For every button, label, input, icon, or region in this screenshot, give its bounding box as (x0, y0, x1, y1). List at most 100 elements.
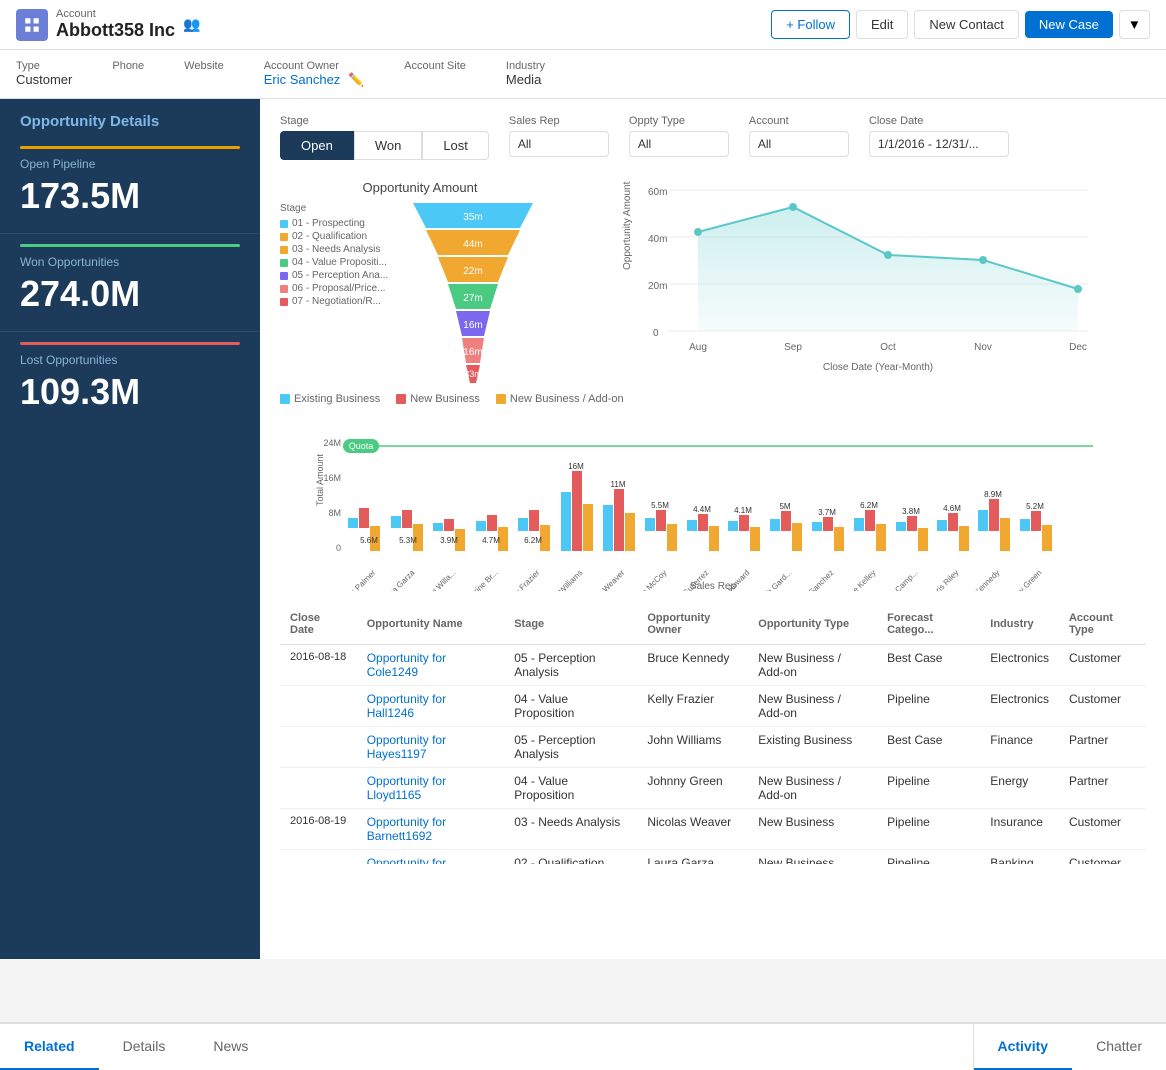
cell-name[interactable]: Opportunity for Hall1246 (357, 686, 505, 727)
tab-won[interactable]: Won (354, 131, 423, 160)
header-actions: + Follow Edit New Contact New Case ▼ (771, 10, 1150, 39)
tab-lost[interactable]: Lost (422, 131, 489, 160)
svg-text:27m: 27m (463, 293, 482, 304)
line-chart-container: 60m 40m 20m 0 Opportunity Amount Aug Sep… (570, 180, 1146, 383)
svg-text:20m: 20m (648, 281, 667, 292)
site-label: Account Site (404, 60, 466, 72)
svg-text:Dec: Dec (1069, 342, 1087, 353)
cell-type: New Business / Add-on (748, 686, 877, 727)
cell-forecast: Pipeline (877, 809, 980, 850)
bar-chris-riley: 4.6M Chris Riley (927, 504, 969, 591)
svg-text:24M: 24M (323, 438, 341, 448)
svg-text:Sep: Sep (784, 342, 802, 353)
account-details-bar: Type Customer Phone Website Account Owne… (0, 50, 1166, 99)
edit-button[interactable]: Edit (856, 10, 908, 39)
tab-details[interactable]: Details (99, 1024, 190, 1070)
funnel-legend: Stage 01 - Prospecting 02 - Qualificatio… (280, 203, 400, 383)
cell-name[interactable]: Opportunity for Barnett1692 (357, 809, 505, 850)
follow-button[interactable]: + Follow (771, 10, 850, 39)
new-case-button[interactable]: New Case (1025, 11, 1113, 38)
owner-link[interactable]: Eric Sanchez (264, 72, 341, 87)
cell-type: New Business (748, 850, 877, 865)
legend-06: 06 - Proposal/Price... (280, 283, 400, 294)
oppty-type-filter: Oppty Type All (629, 115, 729, 157)
cell-owner: John Williams (637, 727, 748, 768)
stage-legend-label: Stage (280, 203, 400, 214)
account-filter-label: Account (749, 115, 849, 127)
table-row[interactable]: 2016-08-19 Opportunity for Barnett1692 0… (280, 809, 1146, 850)
dropdown-button[interactable]: ▼ (1119, 10, 1150, 39)
svg-text:11M: 11M (611, 480, 626, 489)
cell-date: 2016-08-18 (280, 645, 357, 686)
svg-text:3.9M: 3.9M (440, 536, 458, 545)
cell-name[interactable]: Opportunity for Bridges657 (357, 850, 505, 865)
legend-new: New Business (396, 393, 480, 405)
new-contact-button[interactable]: New Contact (914, 10, 1018, 39)
pipeline-value: 173.5M (20, 175, 240, 217)
table-row[interactable]: 2016-08-18 Opportunity for Cole1249 05 -… (280, 645, 1146, 686)
lost-bar (20, 342, 240, 345)
legend-05: 05 - Perception Ana... (280, 270, 400, 281)
col-close-date: Close Date (280, 604, 357, 645)
owner-label: Account Owner (264, 60, 364, 72)
bar-john-williams: 16M John Williams (543, 462, 593, 591)
table-row[interactable]: Opportunity for Bridges657 02 - Qualific… (280, 850, 1146, 865)
tab-related[interactable]: Related (0, 1024, 99, 1070)
tab-activity[interactable]: Activity (974, 1024, 1073, 1070)
cell-name[interactable]: Opportunity for Cole1249 (357, 645, 505, 686)
users-icon[interactable]: 👥 (183, 16, 200, 33)
type-value: Customer (16, 72, 72, 87)
svg-text:16M: 16M (323, 473, 341, 483)
tab-chatter[interactable]: Chatter (1072, 1024, 1166, 1070)
bar-chart-svg: 0 8M 16M 24M Quota Total Amount 5.6M (280, 411, 1146, 591)
cell-date: 2016-08-19 (280, 809, 357, 850)
right-panel: Stage Open Won Lost Sales Rep All Oppty … (260, 99, 1166, 959)
industry-label: Industry (506, 60, 545, 72)
tab-news[interactable]: News (189, 1024, 272, 1070)
cell-account-type: Customer (1059, 850, 1146, 865)
lost-value: 109.3M (20, 371, 240, 413)
owner-edit-icon[interactable]: ✏️ (348, 72, 364, 87)
cell-owner: Bruce Kennedy (637, 645, 748, 686)
svg-text:Bruce Kennedy: Bruce Kennedy (956, 568, 1001, 591)
svg-text:5.3M: 5.3M (399, 536, 417, 545)
svg-text:Irene Kelley: Irene Kelley (841, 568, 877, 591)
cell-owner: Nicolas Weaver (637, 809, 748, 850)
stage-tabs: Open Won Lost (280, 131, 489, 160)
svg-text:4.1M: 4.1M (734, 506, 752, 515)
left-panel: Opportunity Details Open Pipeline 173.5M… (0, 99, 260, 959)
svg-text:0: 0 (336, 543, 341, 553)
cell-owner: Kelly Frazier (637, 686, 748, 727)
tab-open[interactable]: Open (280, 131, 354, 160)
pipeline-section: Open Pipeline 173.5M (0, 136, 260, 234)
funnel-svg: 35m 44m 22m 27m 16m (408, 203, 538, 383)
legend-addon: New Business / Add-on (496, 393, 624, 405)
svg-text:Quota: Quota (349, 441, 374, 451)
stage-filter: Stage Open Won Lost Sales Rep All Oppty … (280, 115, 1146, 160)
cell-account-type: Customer (1059, 645, 1146, 686)
cell-name[interactable]: Opportunity for Hayes1197 (357, 727, 505, 768)
lost-label: Lost Opportunities (20, 353, 240, 367)
account-select[interactable]: All (749, 131, 849, 157)
table-row[interactable]: Opportunity for Hall1246 04 - Value Prop… (280, 686, 1146, 727)
table-row[interactable]: Opportunity for Lloyd1165 04 - Value Pro… (280, 768, 1146, 809)
cell-forecast: Pipeline (877, 768, 980, 809)
table-row[interactable]: Opportunity for Hayes1197 05 - Perceptio… (280, 727, 1146, 768)
lost-section: Lost Opportunities 109.3M (0, 332, 260, 429)
svg-text:Doroth Gard...: Doroth Gard... (751, 568, 793, 591)
cell-date (280, 768, 357, 809)
col-stage: Stage (504, 604, 637, 645)
oppty-type-select[interactable]: All (629, 131, 729, 157)
close-date-select[interactable]: 1/1/2016 - 12/31/... (869, 131, 1009, 157)
svg-text:Oct: Oct (880, 342, 896, 353)
svg-text:33m: 33m (464, 369, 482, 379)
bar-catherine-br: 4.7M Catherine Br... (457, 515, 508, 591)
won-bar (20, 244, 240, 247)
cell-name[interactable]: Opportunity for Lloyd1165 (357, 768, 505, 809)
sales-rep-select[interactable]: All (509, 131, 609, 157)
cell-type: New Business (748, 809, 877, 850)
legend-existing: Existing Business (280, 393, 380, 405)
svg-text:Nov: Nov (974, 342, 992, 353)
svg-text:3.8M: 3.8M (902, 507, 920, 516)
col-industry: Industry (980, 604, 1059, 645)
